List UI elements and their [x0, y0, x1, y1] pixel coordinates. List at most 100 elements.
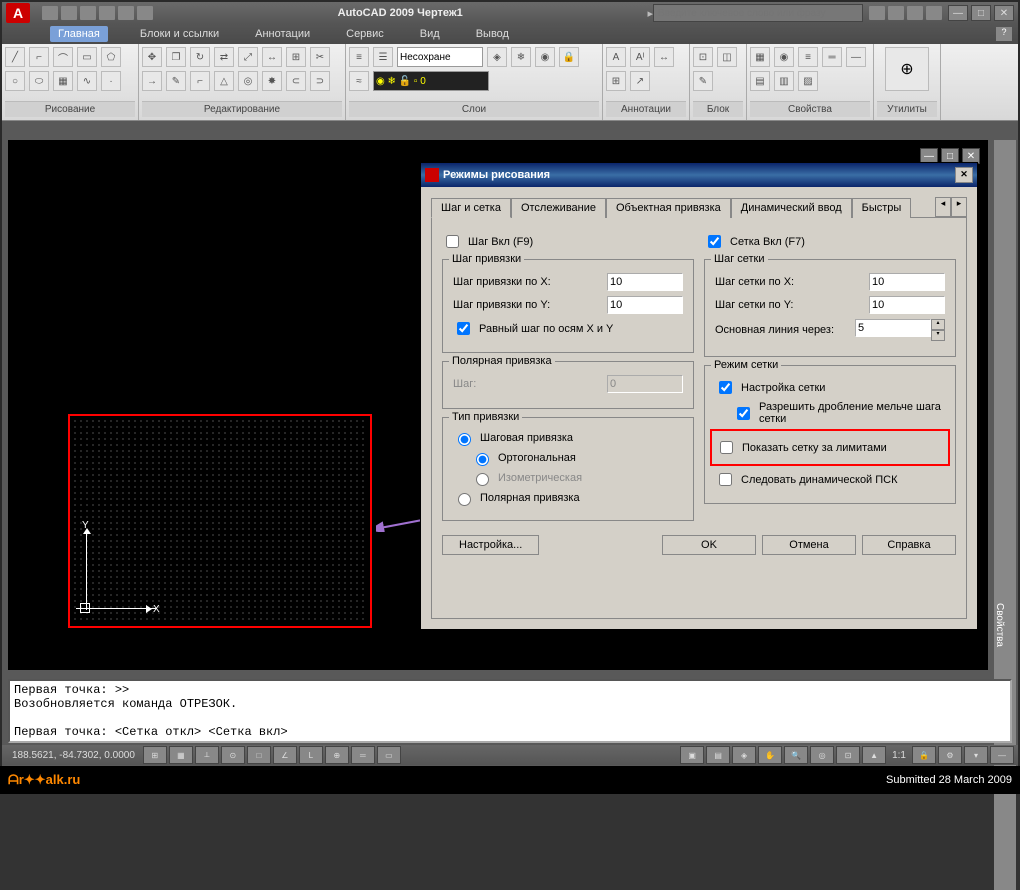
allow-sub-checkbox[interactable]: Разрешить дробление мельче шага сетки [733, 401, 945, 425]
fillet-icon[interactable]: ⌐ [190, 71, 210, 91]
arc-icon[interactable]: ⌒ [53, 47, 73, 67]
sb-annoscale-icon[interactable]: ▲ [862, 746, 886, 764]
insert-icon[interactable]: ⊡ [693, 47, 713, 67]
sb-qp-icon[interactable]: ▭ [377, 746, 401, 764]
move-icon[interactable]: ✥ [142, 47, 162, 67]
dialog-close-button[interactable]: ✕ [955, 167, 973, 183]
grid-beyond-limits-checkbox[interactable]: Показать сетку за лимитами [716, 438, 944, 457]
trim-icon[interactable]: ✂ [310, 47, 330, 67]
layer-lock-icon[interactable]: 🔒 [559, 47, 579, 67]
spin-up[interactable]: ▴ [931, 319, 945, 330]
layer-off-icon[interactable]: ◉ [535, 47, 555, 67]
tab-scroll-left[interactable]: ◂ [935, 197, 951, 217]
minimize-button[interactable]: — [948, 5, 968, 21]
grid-on-checkbox[interactable]: Сетка Вкл (F7) [704, 232, 956, 251]
rect-icon[interactable]: ▭ [77, 47, 97, 67]
mtext-icon[interactable]: Aᴵ [630, 47, 650, 67]
props-list-icon[interactable]: — [846, 47, 866, 67]
layer-match-icon[interactable]: ≈ [349, 71, 369, 91]
comm-icon[interactable] [888, 6, 904, 20]
stretch-icon[interactable]: ↔ [262, 47, 282, 67]
grid-y-input[interactable] [869, 296, 945, 314]
sb-quickview-icon[interactable]: ◈ [732, 746, 756, 764]
tab-annot[interactable]: Аннотации [251, 26, 314, 42]
array-icon[interactable]: ⊞ [286, 47, 306, 67]
help-button[interactable]: Справка [862, 535, 956, 555]
chamfer-icon[interactable]: △ [214, 71, 234, 91]
menubar-help-icon[interactable]: ? [996, 27, 1012, 41]
sb-snap-icon[interactable]: ⊞ [143, 746, 167, 764]
qat-new-icon[interactable] [42, 6, 58, 20]
tab-blocks[interactable]: Блоки и ссылки [136, 26, 223, 42]
app-logo[interactable]: A [6, 3, 30, 23]
sb-zoom-icon[interactable]: 🔍 [784, 746, 808, 764]
command-line[interactable]: Первая точка: >> Возобновляется команда … [8, 679, 1012, 743]
explode-icon[interactable]: ✸ [262, 71, 282, 91]
utils-button[interactable]: ⊕ [885, 47, 929, 91]
layer-prop-icon[interactable]: ≡ [349, 47, 369, 67]
sb-clean-icon[interactable]: — [990, 746, 1014, 764]
cancel-button[interactable]: Отмена [762, 535, 856, 555]
hatch-icon[interactable]: ▦ [53, 71, 73, 91]
mirror-icon[interactable]: ⇄ [214, 47, 234, 67]
props-ltype-icon[interactable]: ≡ [798, 47, 818, 67]
join-icon[interactable]: ⊂ [286, 71, 306, 91]
snap-y-input[interactable] [607, 296, 683, 314]
sb-ortho-icon[interactable]: ⟂ [195, 746, 219, 764]
rotate-icon[interactable]: ↻ [190, 47, 210, 67]
sb-layout-icon[interactable]: ▤ [706, 746, 730, 764]
maximize-button[interactable]: □ [971, 5, 991, 21]
props-byblock-icon[interactable]: ▨ [798, 71, 818, 91]
edit-block-icon[interactable]: ✎ [693, 71, 713, 91]
props-bycolor-icon[interactable]: ▥ [774, 71, 794, 91]
sb-showhide-icon[interactable]: ⊡ [836, 746, 860, 764]
radio-iso[interactable]: Изометрическая [471, 470, 683, 486]
props-match-icon[interactable]: ◉ [774, 47, 794, 67]
follow-dyn-ucs-checkbox[interactable]: Следовать динамической ПСК [715, 470, 945, 489]
tab-service[interactable]: Сервис [342, 26, 388, 42]
radio-step-snap[interactable]: Шаговая привязка [453, 430, 683, 446]
props-color-icon[interactable]: ▦ [750, 47, 770, 67]
break-icon[interactable]: ⊃ [310, 71, 330, 91]
props-bylayer-icon[interactable]: ▤ [750, 71, 770, 91]
leader-icon[interactable]: ↗ [630, 71, 650, 91]
props-lweight-icon[interactable]: ═ [822, 47, 842, 67]
sb-annolock-icon[interactable]: 🔒 [912, 746, 936, 764]
search-icon[interactable] [869, 6, 885, 20]
line-icon[interactable]: ╱ [5, 47, 25, 67]
tab-output[interactable]: Вывод [472, 26, 513, 42]
qat-print-icon[interactable] [99, 6, 115, 20]
snap-on-checkbox[interactable]: Шаг Вкл (F9) [442, 232, 694, 251]
help-icon[interactable] [926, 6, 942, 20]
layer-state-combo[interactable]: Несохране [397, 47, 483, 67]
grid-x-input[interactable] [869, 273, 945, 291]
tab-snap-grid[interactable]: Шаг и сетка [431, 198, 511, 218]
sb-model-icon[interactable]: ▣ [680, 746, 704, 764]
sb-coords[interactable]: 188.5621, -84.7302, 0.0000 [6, 750, 141, 761]
adaptive-grid-checkbox[interactable]: Настройка сетки [715, 378, 945, 397]
create-block-icon[interactable]: ◫ [717, 47, 737, 67]
sb-lwt-icon[interactable]: ═ [351, 746, 375, 764]
qat-undo-icon[interactable] [118, 6, 134, 20]
sb-otrack-icon[interactable]: ∠ [273, 746, 297, 764]
sb-polar-icon[interactable]: ⊙ [221, 746, 245, 764]
sb-ducs-icon[interactable]: L [299, 746, 323, 764]
dim-icon[interactable]: ↔ [654, 47, 674, 67]
tab-view[interactable]: Вид [416, 26, 444, 42]
table-icon[interactable]: ⊞ [606, 71, 626, 91]
major-line-input[interactable] [855, 319, 931, 337]
qat-open-icon[interactable] [61, 6, 77, 20]
tab-dynamic[interactable]: Динамический ввод [731, 198, 852, 218]
tab-tracking[interactable]: Отслеживание [511, 198, 606, 218]
sb-dyn-icon[interactable]: ⊕ [325, 746, 349, 764]
circle-icon[interactable]: ○ [5, 71, 25, 91]
extend-icon[interactable]: → [142, 71, 162, 91]
sb-tray-icon[interactable]: ▾ [964, 746, 988, 764]
scale-icon[interactable]: ⤢ [238, 47, 258, 67]
sb-grid-icon[interactable]: ▦ [169, 746, 193, 764]
tab-scroll-right[interactable]: ▸ [951, 197, 967, 217]
qat-redo-icon[interactable] [137, 6, 153, 20]
tab-quick[interactable]: Быстры [852, 198, 912, 218]
polygon-icon[interactable]: ⬠ [101, 47, 121, 67]
search-input[interactable] [653, 4, 863, 22]
